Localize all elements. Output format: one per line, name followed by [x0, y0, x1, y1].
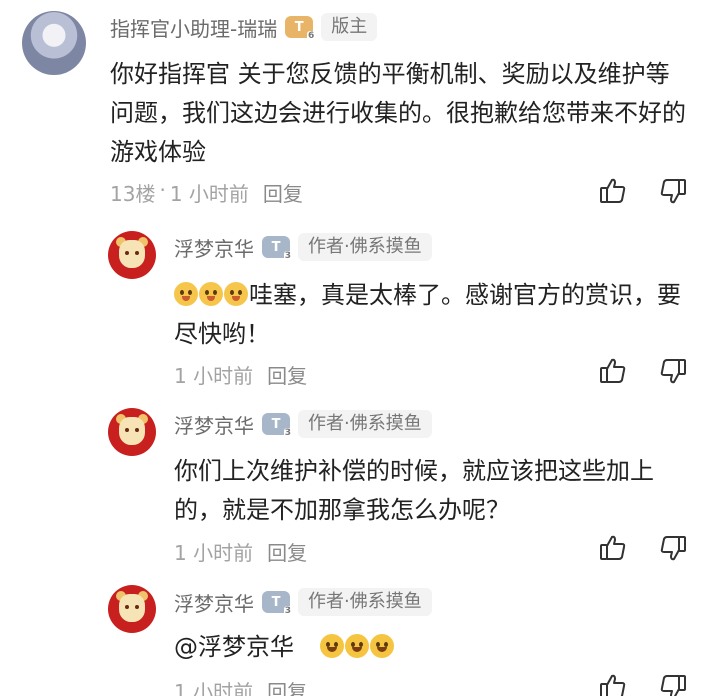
reply-button[interactable]: 回复 — [267, 537, 307, 566]
author-row: 指挥官小助理-瑞瑞 T6 版主 — [110, 12, 378, 42]
comment-meta: 13楼 · 1 小时前 回复 — [110, 178, 303, 207]
thumbs-up-icon[interactable] — [598, 672, 628, 696]
vote-actions — [598, 356, 688, 386]
timestamp: 1 小时前 — [169, 182, 249, 206]
surprised-emoji-icon — [174, 282, 198, 306]
mention-link[interactable]: @浮梦京华 — [174, 633, 294, 661]
author-row: 浮梦京华 T3 作者·佛系摸鱼 — [174, 409, 432, 439]
role-tag: 作者·佛系摸鱼 — [298, 588, 432, 616]
thumbs-down-icon[interactable] — [658, 672, 688, 696]
avatar[interactable] — [108, 408, 156, 456]
thumbs-down-icon[interactable] — [658, 356, 688, 386]
thumbs-down-icon[interactable] — [658, 176, 688, 206]
author-name[interactable]: 浮梦京华 — [174, 233, 254, 262]
role-tag: 作者·佛系摸鱼 — [298, 410, 432, 438]
reply-button[interactable]: 回复 — [267, 360, 307, 389]
comment-text: 哇塞，真是太棒了。感谢官方的赏识，要尽快哟！ — [174, 281, 681, 348]
avatar[interactable] — [108, 231, 156, 279]
comment-meta: 1 小时前 回复 — [174, 360, 307, 389]
smile-emoji-icon — [319, 634, 344, 658]
reply-button[interactable]: 回复 — [263, 178, 303, 207]
comment-text: @浮梦京华 — [174, 628, 684, 667]
timestamp: 1 小时前 — [174, 680, 254, 696]
author-name[interactable]: 指挥官小助理-瑞瑞 — [110, 13, 277, 42]
timestamp: 1 小时前 — [174, 541, 254, 565]
role-tag: 版主 — [321, 13, 378, 41]
author-name[interactable]: 浮梦京华 — [174, 588, 254, 617]
role-tag: 作者·佛系摸鱼 — [298, 233, 432, 261]
comment-meta: 1 小时前 回复 — [174, 676, 307, 696]
comment-text: 你好指挥官 关于您反馈的平衡机制、奖励以及维护等问题，我们这边会进行收集的。很抱… — [110, 60, 686, 166]
timestamp: 1 小时前 — [174, 364, 254, 388]
level-badge: T6 — [285, 16, 316, 41]
smile-emoji-icon — [369, 634, 394, 658]
separator: · — [159, 178, 166, 202]
floor-number: 13楼 — [110, 182, 156, 206]
thumbs-up-icon[interactable] — [598, 356, 628, 386]
thumbs-down-icon[interactable] — [658, 533, 688, 563]
surprised-emoji-icon — [199, 282, 223, 306]
surprised-emoji-icon — [224, 282, 248, 306]
author-name[interactable]: 浮梦京华 — [174, 410, 254, 439]
reply-button[interactable]: 回复 — [267, 676, 307, 696]
avatar[interactable] — [108, 585, 156, 633]
vote-actions — [598, 672, 688, 696]
vote-actions — [598, 176, 688, 206]
level-badge: T3 — [262, 413, 292, 438]
level-badge: T3 — [262, 236, 292, 261]
thumbs-up-icon[interactable] — [598, 176, 628, 206]
avatar[interactable] — [22, 11, 86, 75]
comment-meta: 1 小时前 回复 — [174, 537, 307, 566]
author-row: 浮梦京华 T3 作者·佛系摸鱼 — [174, 587, 432, 617]
smile-emoji-icon — [344, 634, 369, 658]
author-row: 浮梦京华 T3 作者·佛系摸鱼 — [174, 232, 432, 262]
vote-actions — [598, 533, 688, 563]
thumbs-up-icon[interactable] — [598, 533, 628, 563]
level-badge: T3 — [262, 591, 292, 616]
comment-text: 你们上次维护补偿的时候，就应该把这些加上的，就是不加那拿我怎么办呢？ — [174, 457, 654, 524]
